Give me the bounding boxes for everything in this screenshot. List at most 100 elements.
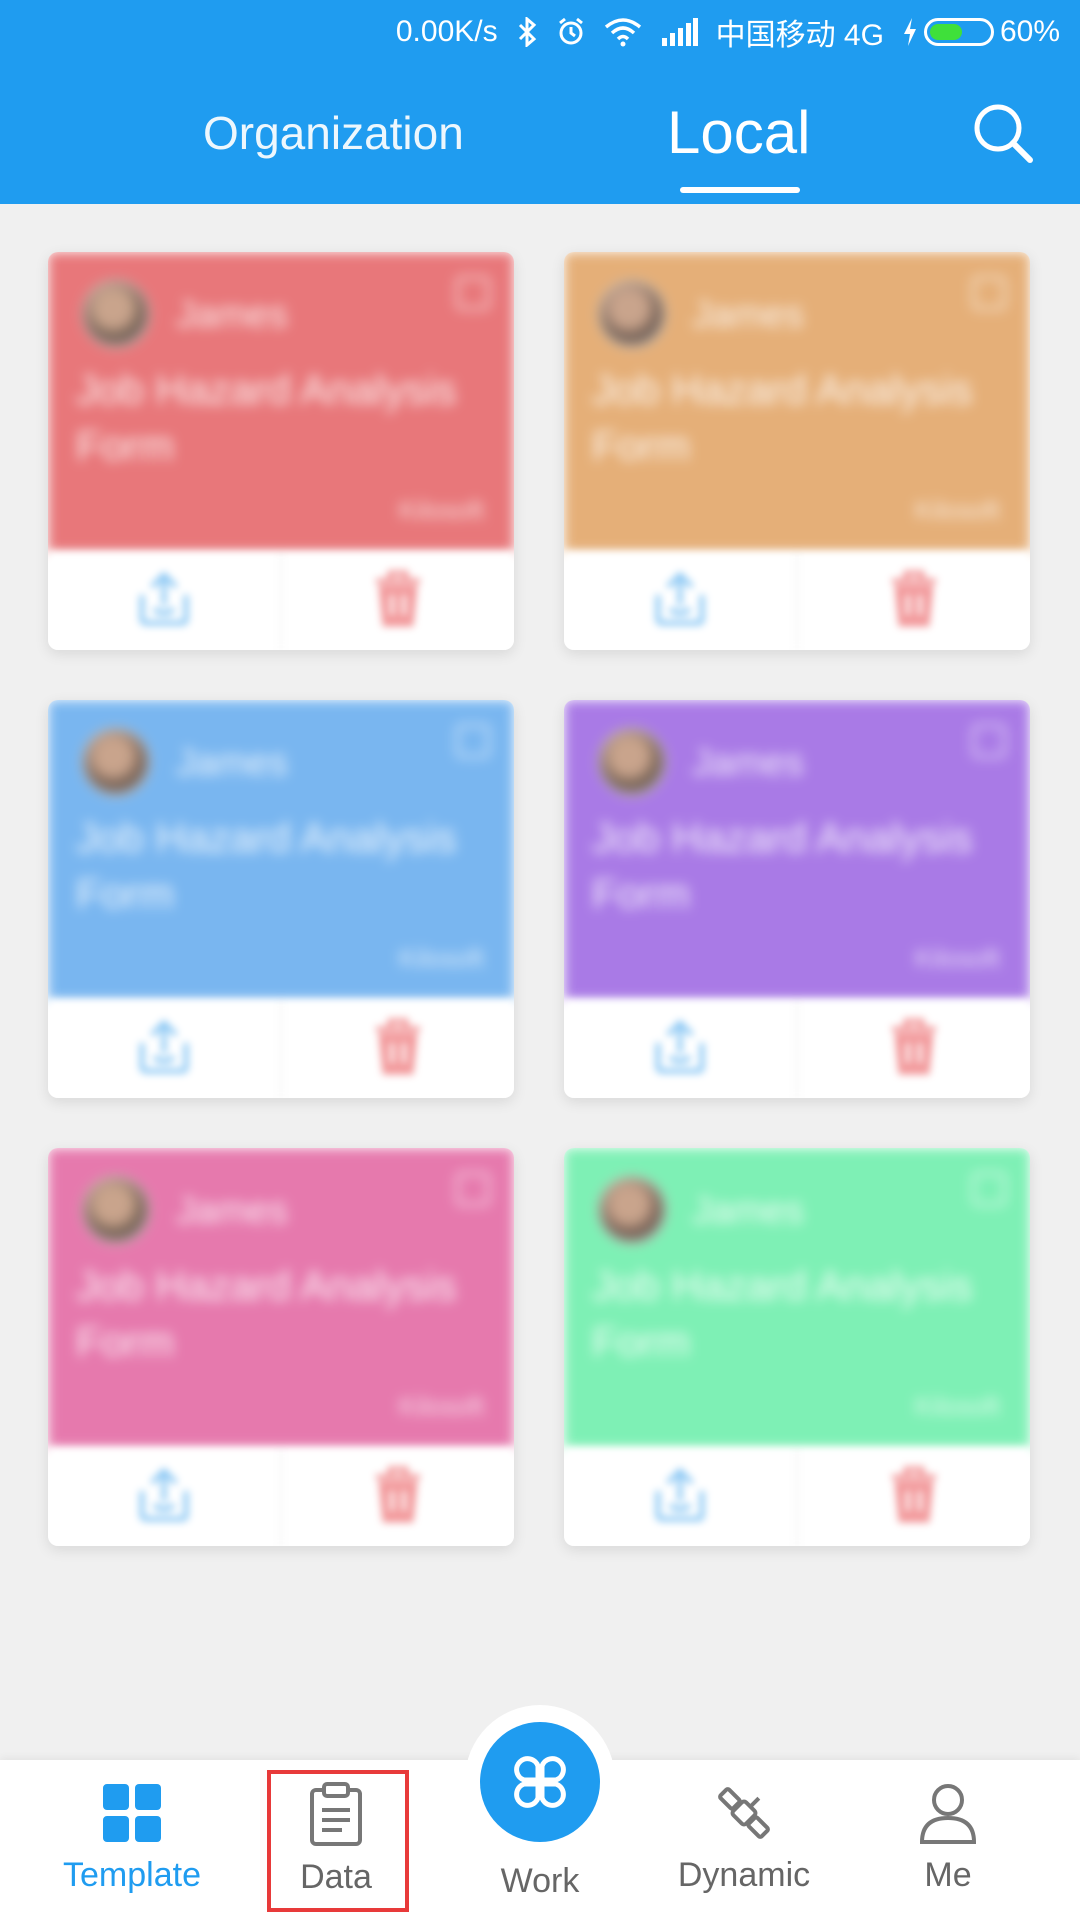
delete-button[interactable]: [280, 1000, 514, 1098]
delete-button[interactable]: [796, 552, 1030, 650]
battery-icon: [923, 18, 994, 46]
delete-button[interactable]: [280, 552, 514, 650]
nav-work-label: Work: [500, 1862, 580, 1900]
nav-template-label: Template: [63, 1856, 201, 1894]
person-icon: [919, 1784, 977, 1844]
trash-icon: [372, 1465, 424, 1530]
clover-icon: [514, 1756, 566, 1808]
card-title: Job Hazard Analysis Form: [76, 814, 457, 917]
template-card[interactable]: James Job Hazard Analysis Form Kilosoft: [564, 1148, 1030, 1546]
card-title: Job Hazard Analysis Form: [76, 1262, 457, 1365]
card-title: Job Hazard Analysis Form: [592, 366, 973, 469]
share-icon: [132, 570, 196, 632]
card-menu-icon[interactable]: [972, 724, 1006, 758]
share-icon: [132, 1466, 196, 1528]
delete-button[interactable]: [796, 1000, 1030, 1098]
tab-organization[interactable]: Organization: [203, 106, 464, 160]
avatar: [598, 280, 666, 348]
avatar: [82, 280, 150, 348]
nav-me[interactable]: Me: [858, 1782, 1038, 1920]
card-menu-icon[interactable]: [456, 724, 490, 758]
app-bar: 0.00K/s 中国移动 4G 60% Organization Local: [0, 0, 1080, 204]
template-card[interactable]: James Job Hazard Analysis Form Kilosoft: [48, 700, 514, 1098]
card-header: James Job Hazard Analysis Form Kilosoft: [48, 252, 514, 552]
avatar: [598, 728, 666, 796]
card-menu-icon[interactable]: [456, 1172, 490, 1206]
avatar: [598, 1176, 666, 1244]
trash-icon: [888, 569, 940, 634]
share-button[interactable]: [564, 1448, 796, 1546]
card-tag: Kilosoft: [398, 1391, 484, 1421]
card-author: James: [176, 294, 288, 336]
card-title: Job Hazard Analysis Form: [76, 366, 457, 469]
card-tag: Kilosoft: [914, 943, 1000, 973]
network-speed: 0.00K/s: [395, 15, 498, 48]
carrier-label: 中国移动 4G: [715, 19, 884, 52]
share-icon: [648, 1018, 712, 1080]
delete-button[interactable]: [796, 1448, 1030, 1546]
card-actions: [564, 1000, 1030, 1098]
active-tab-indicator: [680, 187, 800, 193]
card-actions: [564, 1448, 1030, 1546]
card-header: James Job Hazard Analysis Form Kilosoft: [564, 700, 1030, 1000]
card-title: Job Hazard Analysis Form: [592, 1262, 973, 1365]
template-card[interactable]: James Job Hazard Analysis Form Kilosoft: [564, 252, 1030, 650]
share-button[interactable]: [48, 1000, 280, 1098]
trash-icon: [372, 1017, 424, 1082]
nav-data-label: Data: [300, 1858, 372, 1896]
app-screen: 0.00K/s 中国移动 4G 60% Organization Local J…: [0, 0, 1080, 1920]
share-icon: [132, 1018, 196, 1080]
card-author: James: [176, 1190, 288, 1232]
grid-icon: [103, 1784, 161, 1842]
charging-icon: [903, 18, 916, 46]
card-actions: [48, 552, 514, 650]
template-card[interactable]: James Job Hazard Analysis Form Kilosoft: [48, 252, 514, 650]
wifi-icon: [604, 17, 642, 47]
card-header: James Job Hazard Analysis Form Kilosoft: [564, 1148, 1030, 1448]
nav-dynamic-label: Dynamic: [677, 1856, 811, 1894]
share-button[interactable]: [48, 1448, 280, 1546]
satellite-icon: [718, 1787, 770, 1839]
nav-me-label: Me: [924, 1856, 972, 1894]
card-actions: [48, 1448, 514, 1546]
tab-bar: Organization Local: [0, 80, 1080, 204]
nav-data[interactable]: Data: [246, 1782, 426, 1920]
battery-fill: [929, 24, 962, 40]
signal-icon: [660, 18, 698, 46]
card-tag: Kilosoft: [914, 495, 1000, 525]
clipboard-icon: [310, 1782, 362, 1846]
template-card[interactable]: James Job Hazard Analysis Form Kilosoft: [564, 700, 1030, 1098]
avatar: [82, 1176, 150, 1244]
card-header: James Job Hazard Analysis Form Kilosoft: [48, 700, 514, 1000]
share-button[interactable]: [48, 552, 280, 650]
battery-percent: 60%: [999, 15, 1060, 48]
card-menu-icon[interactable]: [972, 1172, 1006, 1206]
template-card[interactable]: James Job Hazard Analysis Form Kilosoft: [48, 1148, 514, 1546]
nav-work[interactable]: [480, 1722, 600, 1842]
share-button[interactable]: [564, 552, 796, 650]
card-menu-icon[interactable]: [972, 276, 1006, 310]
avatar: [82, 728, 150, 796]
status-bar: 0.00K/s 中国移动 4G 60%: [0, 0, 1080, 64]
card-actions: [48, 1000, 514, 1098]
card-author: James: [692, 742, 804, 784]
tab-local[interactable]: Local: [667, 98, 810, 167]
nav-template[interactable]: Template: [42, 1782, 222, 1920]
card-author: James: [692, 294, 804, 336]
card-tag: Kilosoft: [398, 495, 484, 525]
card-header: James Job Hazard Analysis Form Kilosoft: [564, 252, 1030, 552]
card-menu-icon[interactable]: [456, 276, 490, 310]
bluetooth-icon: [516, 17, 538, 47]
trash-icon: [888, 1465, 940, 1530]
search-button[interactable]: [970, 100, 1036, 166]
card-author: James: [176, 742, 288, 784]
card-tag: Kilosoft: [914, 1391, 1000, 1421]
delete-button[interactable]: [280, 1448, 514, 1546]
search-icon: [974, 104, 1033, 163]
nav-dynamic[interactable]: Dynamic: [654, 1782, 834, 1920]
card-title: Job Hazard Analysis Form: [592, 814, 973, 917]
card-actions: [564, 552, 1030, 650]
card-header: James Job Hazard Analysis Form Kilosoft: [48, 1148, 514, 1448]
share-button[interactable]: [564, 1000, 796, 1098]
trash-icon: [888, 1017, 940, 1082]
